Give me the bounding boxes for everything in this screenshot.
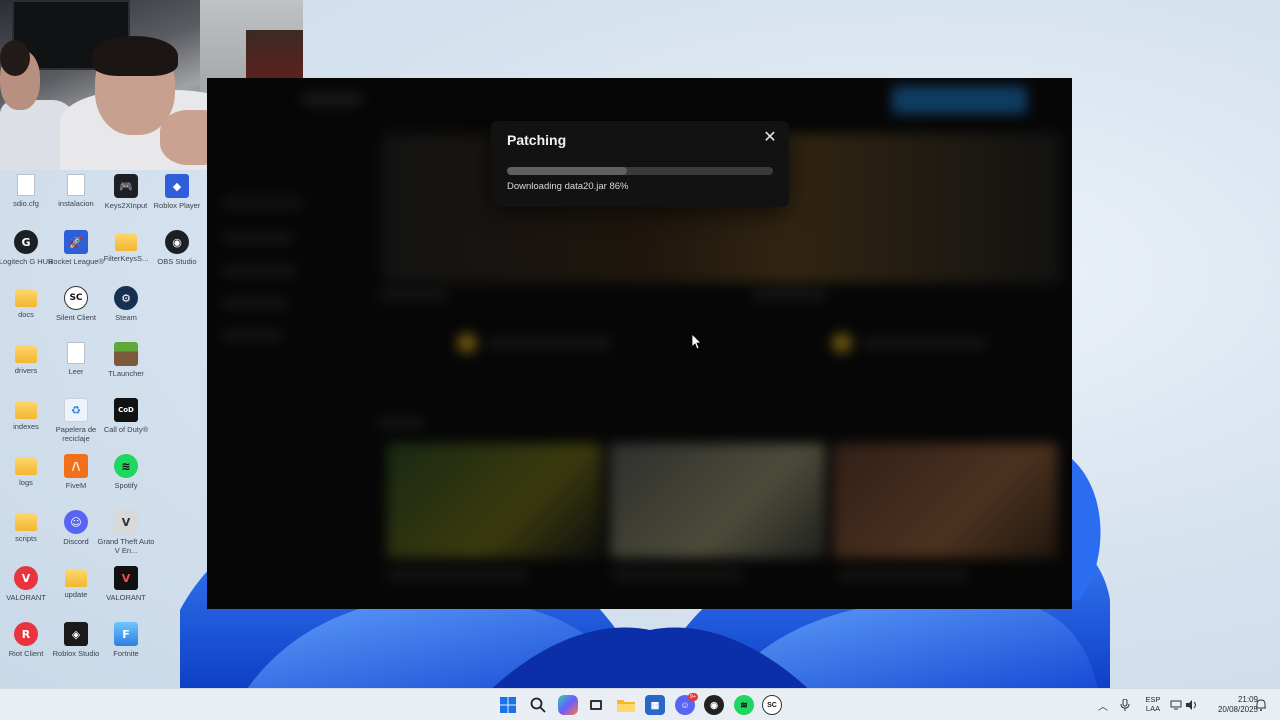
- desktop-icon-keys2xinput[interactable]: 🎮 Keys2XInput: [100, 174, 152, 228]
- gta-icon: V: [114, 510, 138, 534]
- fivem-icon: /\: [64, 454, 88, 478]
- riot-client-icon: R: [14, 622, 38, 646]
- discord-icon: ☺: [64, 510, 88, 534]
- progress-bar-fill: [507, 167, 627, 175]
- desktop-icon-recycle-bin[interactable]: ♻ Papelera de reciclaje: [50, 398, 102, 452]
- desktop-icon-valorant-2[interactable]: V VALORANT: [100, 566, 152, 620]
- desktop-icon-roblox-studio[interactable]: ◈ Roblox Studio: [50, 622, 102, 676]
- folder-icon: [15, 457, 37, 475]
- desktop-icon-riot-client[interactable]: R Riot Client: [0, 622, 52, 676]
- desktop-icon-instalacion[interactable]: instalacion: [50, 174, 102, 228]
- desktop-icon-spotify[interactable]: ≋ Spotify: [100, 454, 152, 508]
- file-icon: [17, 174, 35, 196]
- task-view-icon[interactable]: [586, 695, 606, 715]
- steam-icon: ⚙: [114, 286, 138, 310]
- desktop-icon-call-of-duty[interactable]: CoD Call of Duty®: [100, 398, 152, 452]
- logitech-ghub-icon: G: [14, 230, 38, 254]
- recycle-bin-icon: ♻: [64, 398, 88, 422]
- rocket-league-icon: 🚀: [64, 230, 88, 254]
- desktop-icon-roblox-player[interactable]: ◆ Roblox Player: [151, 174, 203, 228]
- progress-bar: [507, 167, 773, 175]
- desktop-icon-fortnite[interactable]: F Fortnite: [100, 622, 152, 676]
- spotify-icon[interactable]: ≋: [734, 695, 754, 715]
- obs-icon: ◉: [165, 230, 189, 254]
- desktop-icon-update[interactable]: update: [50, 566, 102, 620]
- language-indicator[interactable]: ESP LAA: [1141, 695, 1165, 713]
- clock-date: 20/08/2025: [1217, 705, 1258, 714]
- network-icon[interactable]: [1170, 689, 1184, 720]
- folder-icon: [15, 401, 37, 419]
- silent-client-icon: SC: [64, 286, 88, 310]
- desktop-icon-drivers[interactable]: drivers: [0, 342, 52, 396]
- file-explorer-icon[interactable]: [616, 695, 636, 715]
- dialog-title: Patching: [507, 132, 567, 148]
- desktop-icon-steam[interactable]: ⚙ Steam: [100, 286, 152, 340]
- taskbar: ▦ ☺ 9+ ◉ ≋ SC ︿ ESP LAA 21:09 20/08/2025: [0, 688, 1280, 720]
- close-icon[interactable]: ✕: [761, 129, 779, 147]
- spotify-icon: ≋: [114, 454, 138, 478]
- fortnite-icon: F: [114, 622, 138, 646]
- desktop-icon-logitech-ghub[interactable]: G Logitech G HUB: [0, 230, 53, 284]
- obs-icon[interactable]: ◉: [704, 695, 724, 715]
- desktop-icon-sdio-cfg[interactable]: sdio.cfg: [0, 174, 52, 228]
- discord-notification-badge: 9+: [688, 693, 698, 701]
- file-icon: [67, 174, 85, 196]
- roblox-studio-icon: ◈: [64, 622, 88, 646]
- language-code: ESP: [1145, 695, 1161, 704]
- desktop-icon-rocket-league[interactable]: 🚀 Rocket League®: [48, 230, 104, 284]
- roblox-player-icon: ◆: [165, 174, 189, 198]
- folder-icon: [65, 569, 87, 587]
- minecraft-icon: [114, 342, 138, 366]
- desktop-icon-tlauncher[interactable]: TLauncher: [100, 342, 152, 396]
- folder-icon: [15, 289, 37, 307]
- folder-icon: [115, 233, 137, 251]
- folder-icon: [15, 513, 37, 531]
- desktop-icon-leer[interactable]: Leer: [50, 342, 102, 396]
- desktop-icon-obs-studio[interactable]: ◉ OBS Studio: [151, 230, 203, 284]
- mouse-cursor-icon: [692, 334, 702, 350]
- folder-icon: [15, 345, 37, 363]
- desktop-icon-discord[interactable]: ☺ Discord: [50, 510, 102, 564]
- desktop-icon-filterkeys[interactable]: FilterKeysS...: [100, 230, 152, 284]
- system-clock[interactable]: 21:09 20/08/2025: [1202, 695, 1258, 715]
- search-icon[interactable]: [528, 695, 548, 715]
- patching-dialog: Patching ✕ Downloading data20.jar 86%: [491, 121, 789, 207]
- desktop-icon-gta-v[interactable]: V Grand Theft Auto V En...: [98, 510, 154, 564]
- download-status: Downloading data20.jar 86%: [507, 181, 629, 192]
- desktop-icon-scripts[interactable]: scripts: [0, 510, 52, 564]
- store-icon[interactable]: ▦: [645, 695, 665, 715]
- desktop-icon-logs[interactable]: logs: [0, 454, 52, 508]
- desktop-icon-fivem[interactable]: /\ FiveM: [50, 454, 102, 508]
- desktop-icon-valorant[interactable]: V VALORANT: [0, 566, 52, 620]
- keyboard-layout: LAA: [1145, 704, 1161, 713]
- call-of-duty-icon: CoD: [114, 398, 138, 422]
- chevron-up-icon[interactable]: ︿: [1098, 689, 1112, 720]
- clock-time: 21:09: [1237, 695, 1258, 704]
- webcam-person-hair: [92, 36, 178, 76]
- file-icon: [67, 342, 85, 364]
- webcam-person-left-hair: [0, 40, 30, 76]
- desktop-icon-docs[interactable]: docs: [0, 286, 52, 340]
- copilot-icon[interactable]: [558, 695, 578, 715]
- windows-start-icon[interactable]: [498, 695, 518, 715]
- volume-icon[interactable]: [1186, 689, 1200, 720]
- valorant-icon: V: [114, 566, 138, 590]
- microphone-icon[interactable]: [1120, 689, 1134, 720]
- gamepad-icon: 🎮: [114, 174, 138, 198]
- desktop-icon-indexes[interactable]: indexes: [0, 398, 52, 452]
- notification-bell-icon[interactable]: [1256, 689, 1270, 720]
- desktop-icon-silent-client[interactable]: SC Silent Client: [50, 286, 102, 340]
- silent-client-icon[interactable]: SC: [762, 695, 782, 715]
- valorant-icon: V: [14, 566, 38, 590]
